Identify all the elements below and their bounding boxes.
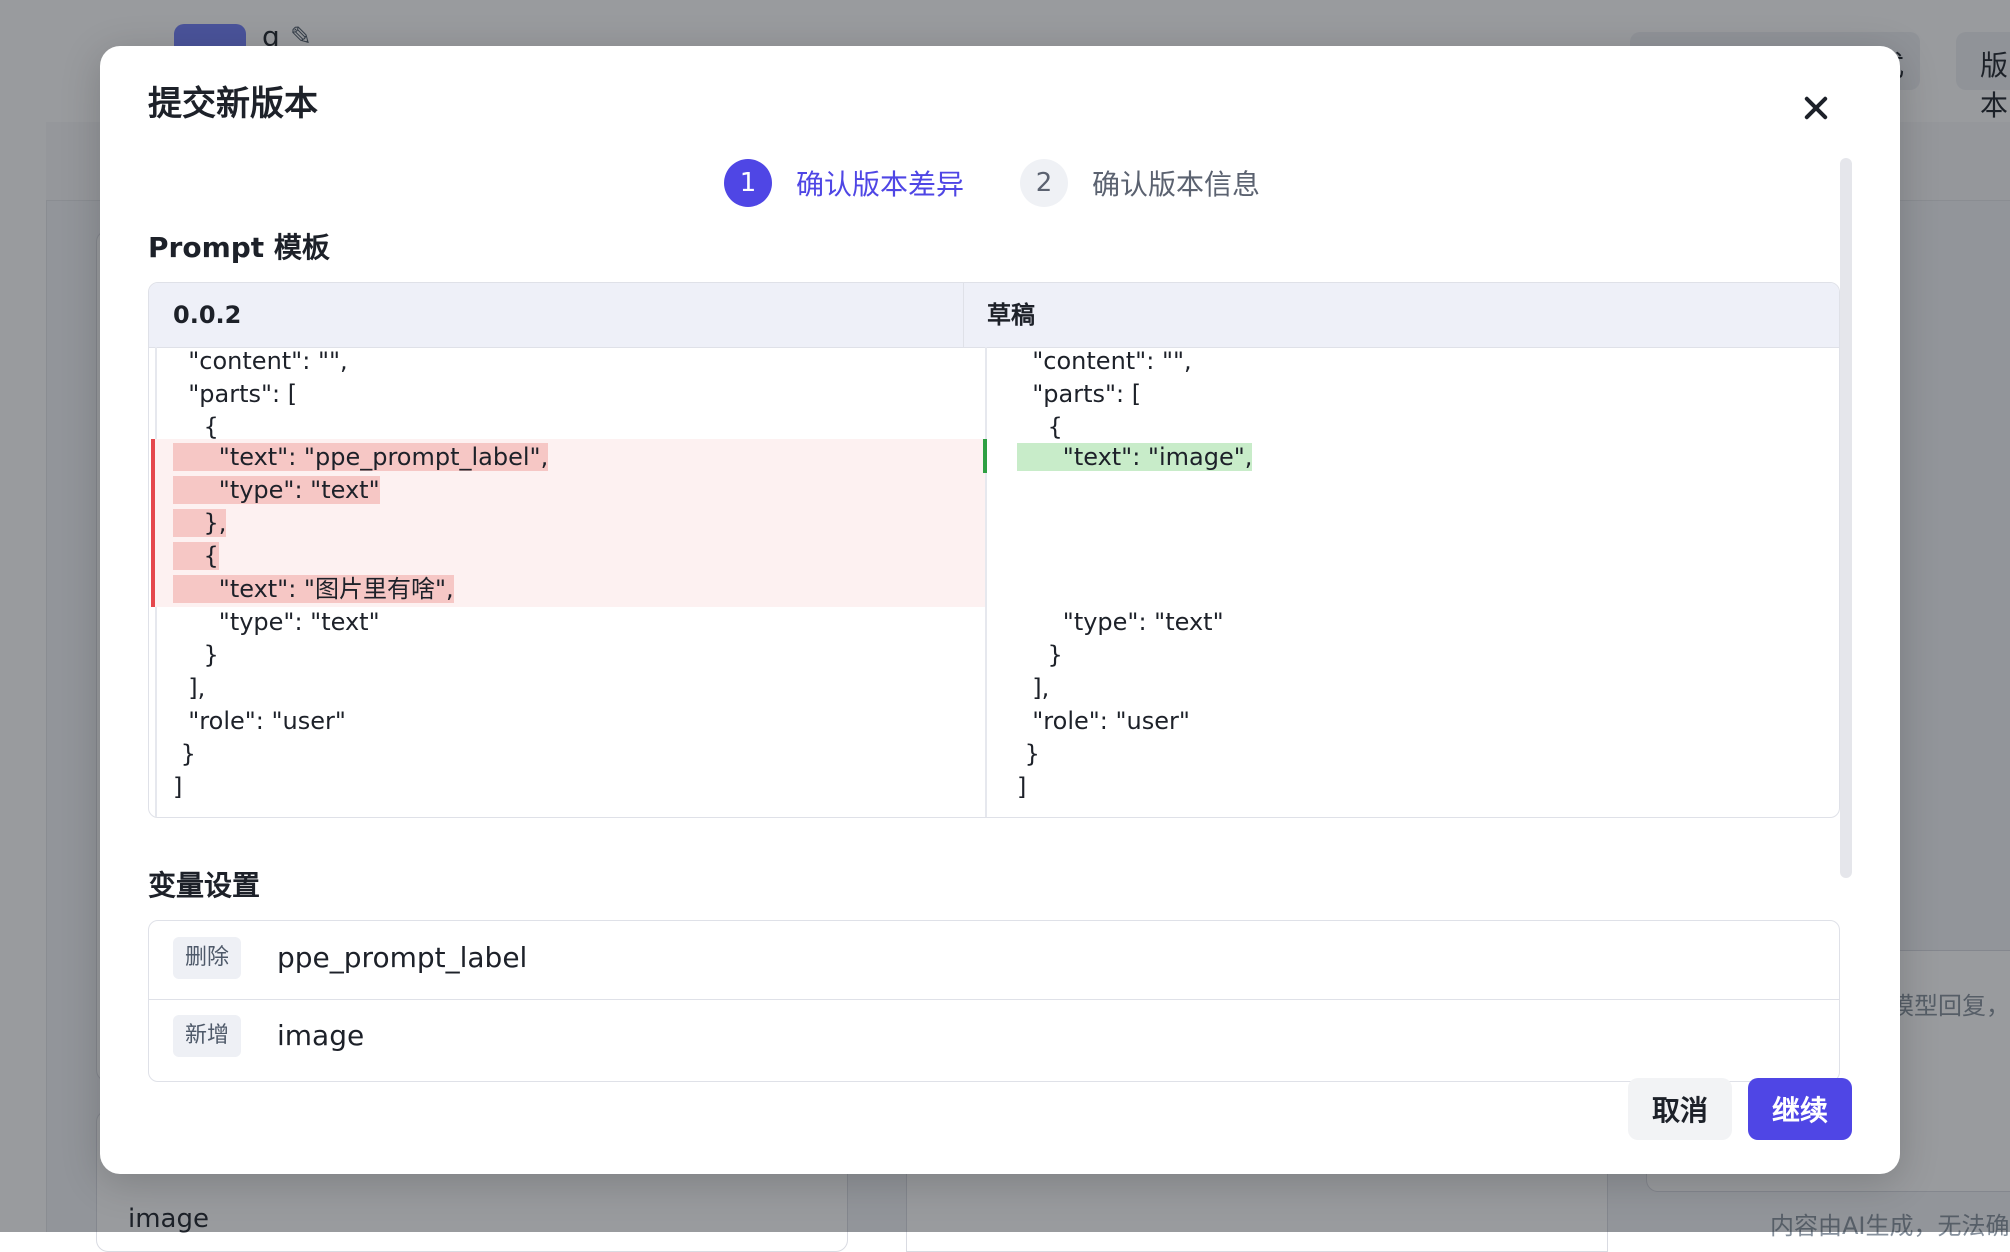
variables-list: 删除 ppe_prompt_label 新增 image <box>148 920 1840 1082</box>
code-line-deleted: "type": "text" <box>173 476 380 504</box>
submit-version-dialog: 提交新版本 1 确认版本差异 2 确认版本信息 Prompt 模板 0.0.2 … <box>100 46 1900 1174</box>
variables-heading: 变量设置 <box>148 869 261 902</box>
step-confirm-diff[interactable]: 1 确认版本差异 <box>724 158 964 208</box>
addition-marker <box>983 439 987 473</box>
code-line: } <box>173 641 219 669</box>
variable-name: image <box>277 1019 365 1052</box>
diff-right-version: 草稿 <box>987 301 1035 329</box>
code-line-deleted: "text": "图片里有啥", <box>173 575 454 603</box>
code-line: { <box>1017 413 1063 441</box>
deletion-marker <box>151 439 155 607</box>
step-number: 1 <box>724 159 772 207</box>
diff-header: 0.0.2 草稿 <box>149 283 1839 348</box>
code-line: "role": "user" <box>173 707 346 735</box>
code-line: "type": "text" <box>1017 608 1224 636</box>
scrollbar[interactable] <box>1840 158 1852 878</box>
diff-viewer: 0.0.2 草稿 "content": "", "parts": [ { "te… <box>148 282 1840 818</box>
code-line: { <box>173 413 219 441</box>
code-line-deleted: { <box>173 542 219 570</box>
continue-button[interactable]: 继续 <box>1748 1078 1852 1140</box>
code-line: ], <box>1017 674 1050 702</box>
code-line: "role": "user" <box>1017 707 1190 735</box>
code-line: ] <box>173 773 183 801</box>
variable-row: 新增 image <box>149 999 1839 1077</box>
step-label: 确认版本信息 <box>1092 168 1261 201</box>
step-confirm-info[interactable]: 2 确认版本信息 <box>1020 158 1260 208</box>
dialog-title: 提交新版本 <box>148 84 318 124</box>
code-line: ] <box>1017 773 1027 801</box>
close-icon[interactable] <box>1790 82 1842 134</box>
variable-name: ppe_prompt_label <box>277 941 528 974</box>
code-line: "parts": [ <box>1017 380 1142 408</box>
code-line: "content": "", <box>173 347 348 375</box>
code-line: } <box>173 740 196 768</box>
code-line: ], <box>173 674 206 702</box>
prompt-template-heading: Prompt 模板 <box>148 231 330 264</box>
code-line-deleted: "text": "ppe_prompt_label", <box>173 443 549 471</box>
code-line: "content": "", <box>1017 347 1192 375</box>
step-number: 2 <box>1020 159 1068 207</box>
code-line-deleted: }, <box>173 509 227 537</box>
variable-status-badge: 新增 <box>173 1015 242 1057</box>
code-line: "parts": [ <box>173 380 298 408</box>
diff-left-version: 0.0.2 <box>173 301 242 329</box>
code-line: } <box>1017 740 1040 768</box>
code-line-added: "text": "image", <box>1017 443 1253 471</box>
variable-status-badge: 删除 <box>173 937 242 979</box>
cancel-button[interactable]: 取消 <box>1628 1078 1732 1140</box>
code-line: } <box>1017 641 1063 669</box>
variable-row: 删除 ppe_prompt_label <box>149 921 1839 1000</box>
step-label: 确认版本差异 <box>796 168 965 201</box>
code-line: "type": "text" <box>173 608 380 636</box>
